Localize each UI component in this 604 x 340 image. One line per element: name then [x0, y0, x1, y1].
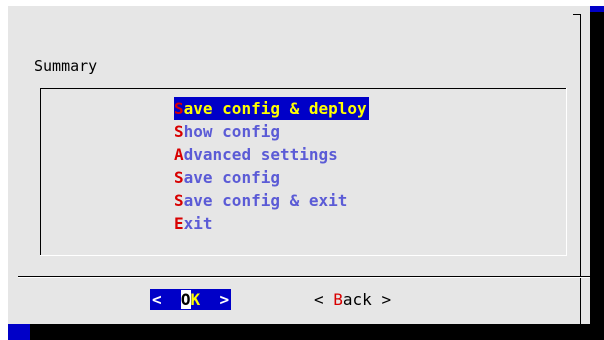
- menu-item-show-config[interactable]: Show config: [174, 120, 369, 143]
- screen-left-strip: [0, 0, 8, 340]
- hotkey: S: [174, 168, 184, 187]
- menu-item-label: how config: [183, 122, 280, 141]
- dialog-shadow-right: [590, 12, 604, 338]
- menu-item-exit[interactable]: Exit: [174, 212, 369, 235]
- ok-button-hotkey: O: [180, 290, 191, 309]
- menu-box-top-border: [40, 88, 567, 89]
- menu-list: Save config & deploy Show config Advance…: [174, 97, 369, 235]
- menu-item-save-config-exit[interactable]: Save config & exit: [174, 189, 369, 212]
- ok-button-label: K: [190, 290, 201, 309]
- button-area-separator-highlight: [18, 277, 590, 278]
- ok-button-right-bracket: >: [200, 290, 230, 309]
- hotkey: S: [174, 122, 184, 141]
- menu-item-label: ave config & exit: [183, 191, 348, 210]
- hotkey: S: [174, 191, 184, 210]
- menu-item-label: dvanced settings: [183, 145, 338, 164]
- dialog-shadow-bottom: [30, 324, 604, 340]
- menu-box-right-border: [566, 88, 567, 256]
- ok-button[interactable]: < OK >: [150, 289, 232, 310]
- back-button-left-bracket: <: [314, 290, 334, 309]
- menu-item-advanced-settings[interactable]: Advanced settings: [174, 143, 369, 166]
- back-button-hotkey: B: [333, 290, 343, 309]
- back-button[interactable]: < Back >: [314, 289, 391, 310]
- menu-item-label: xit: [183, 214, 213, 233]
- ok-button-left-bracket: <: [152, 290, 181, 309]
- dialog-label: Summary: [34, 57, 98, 75]
- menu-box-left-border: [40, 88, 41, 256]
- menu-item-label: ave config & deploy: [183, 99, 367, 118]
- menu-item-save-config-deploy[interactable]: Save config & deploy: [174, 97, 369, 120]
- menu-item-save-config[interactable]: Save config: [174, 166, 369, 189]
- menu-box-bottom-border: [40, 255, 567, 256]
- menu-item-label: ave config: [183, 168, 280, 187]
- back-button-label: ack: [342, 290, 372, 309]
- hotkey: E: [174, 214, 184, 233]
- hotkey: S: [174, 99, 184, 118]
- dialog-border-top-corner: [573, 14, 581, 15]
- hotkey: A: [174, 145, 184, 164]
- back-button-right-bracket: >: [371, 290, 392, 309]
- dialog-border-right: [580, 14, 581, 326]
